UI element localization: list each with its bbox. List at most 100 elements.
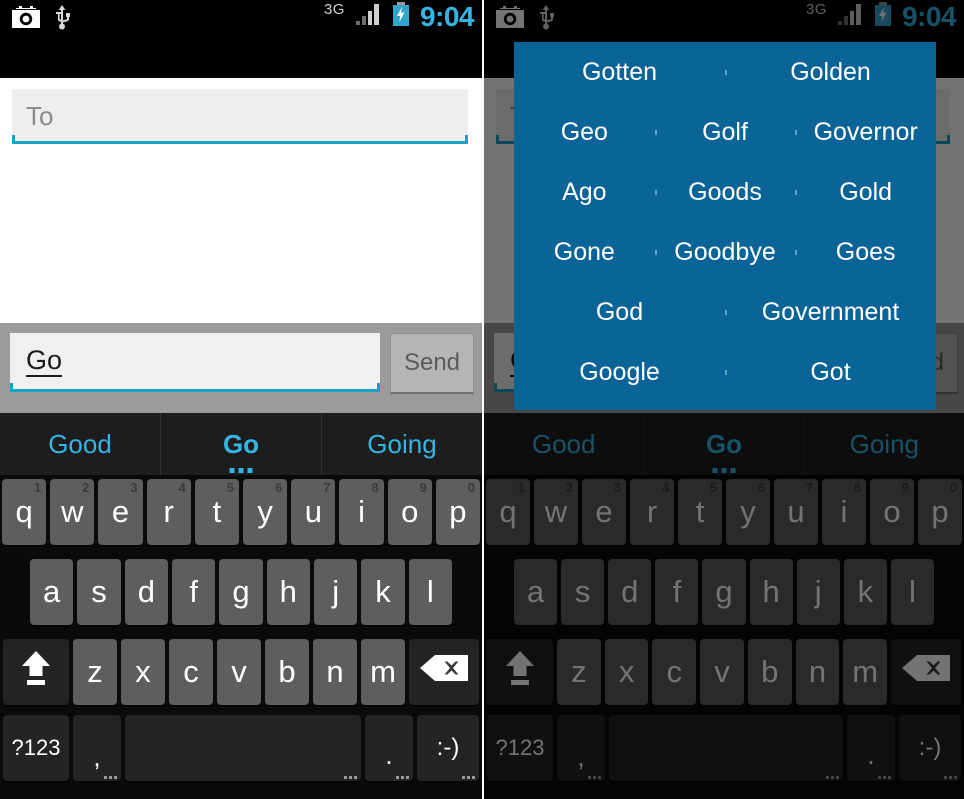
period-key[interactable]: .	[365, 715, 413, 781]
key-d[interactable]: d	[124, 559, 168, 625]
key-label: j	[814, 574, 822, 609]
key-m[interactable]: m	[361, 639, 405, 705]
space-key[interactable]	[609, 715, 843, 781]
suggestion-go[interactable]: Go	[160, 413, 321, 475]
key-r[interactable]: 4r	[630, 479, 674, 545]
suggestion-go[interactable]: Go	[643, 413, 803, 475]
symbols-key[interactable]: ?123	[487, 715, 553, 781]
key-v[interactable]: v	[700, 639, 744, 705]
key-h[interactable]: h	[266, 559, 310, 625]
key-l[interactable]: l	[890, 559, 934, 625]
key-u[interactable]: 7u	[774, 479, 818, 545]
popup-word[interactable]: Google	[514, 358, 725, 387]
key-d[interactable]: d	[608, 559, 652, 625]
key-j[interactable]: j	[313, 559, 358, 625]
key-g[interactable]: g	[219, 559, 263, 625]
popup-word[interactable]: God	[514, 298, 725, 327]
key-m[interactable]: m	[843, 639, 888, 705]
space-key[interactable]	[125, 715, 361, 781]
popup-word[interactable]: Goodbye	[654, 238, 796, 267]
popup-word[interactable]: Governor	[795, 118, 936, 147]
popup-word[interactable]: Goods	[654, 178, 796, 207]
popup-word[interactable]: Golden	[725, 58, 936, 87]
key-r[interactable]: 4r	[146, 479, 191, 545]
to-field-container: To	[0, 78, 482, 160]
key-y[interactable]: 6y	[726, 479, 770, 545]
key-c[interactable]: c	[652, 639, 697, 705]
popup-word[interactable]: Gold	[795, 178, 936, 207]
period-key[interactable]: .	[847, 715, 895, 781]
key-s[interactable]: s	[77, 559, 121, 625]
popup-word[interactable]: Geo	[514, 118, 655, 147]
key-q[interactable]: 1q	[486, 479, 530, 545]
key-z[interactable]: z	[557, 639, 601, 705]
key-t[interactable]: 5t	[194, 479, 240, 545]
emoticon-key[interactable]: :-)	[899, 715, 961, 781]
key-k[interactable]: k	[361, 559, 405, 625]
key-v[interactable]: v	[217, 639, 261, 705]
key-p[interactable]: 0p	[435, 479, 481, 545]
key-w[interactable]: 2w	[50, 479, 95, 545]
comma-key[interactable]: ,	[557, 715, 605, 781]
key-x[interactable]: x	[121, 639, 165, 705]
key-s[interactable]: s	[561, 559, 605, 625]
key-h[interactable]: h	[749, 559, 793, 625]
more-suggestions-icon[interactable]	[712, 468, 736, 473]
key-z[interactable]: z	[73, 639, 117, 705]
shift-key[interactable]	[487, 639, 553, 705]
key-l[interactable]: l	[408, 559, 452, 625]
message-input[interactable]: Go	[10, 333, 380, 392]
key-n[interactable]: n	[313, 639, 357, 705]
key-a[interactable]: a	[30, 559, 74, 625]
key-i[interactable]: 8i	[339, 479, 384, 545]
backspace-key[interactable]	[891, 639, 962, 705]
key-b[interactable]: b	[747, 639, 792, 705]
suggestion-good[interactable]: Good	[484, 413, 643, 475]
key-a[interactable]: a	[514, 559, 558, 625]
popup-word[interactable]: Gotten	[514, 58, 725, 87]
popup-word[interactable]: Got	[725, 358, 936, 387]
signal-bars-icon	[836, 3, 864, 30]
popup-word[interactable]: Goes	[795, 238, 936, 267]
key-f[interactable]: f	[655, 559, 699, 625]
key-o[interactable]: 9o	[870, 479, 914, 545]
key-p[interactable]: 0p	[918, 479, 962, 545]
key-u[interactable]: 7u	[291, 479, 336, 545]
suggestion-good[interactable]: Good	[0, 413, 160, 475]
suggestion-going[interactable]: Going	[803, 413, 964, 475]
key-i[interactable]: 8i	[822, 479, 866, 545]
key-label: :-)	[436, 734, 460, 761]
backspace-key[interactable]	[409, 639, 479, 705]
comma-key[interactable]: ,	[73, 715, 121, 781]
key-f[interactable]: f	[171, 559, 216, 625]
key-w[interactable]: 2w	[534, 479, 578, 545]
key-q[interactable]: 1q	[2, 479, 47, 545]
popup-word[interactable]: Gone	[514, 238, 655, 267]
key-j[interactable]: j	[796, 559, 840, 625]
popup-word[interactable]: Government	[725, 298, 936, 327]
more-suggestions-icon[interactable]	[229, 468, 253, 473]
key-b[interactable]: b	[265, 639, 309, 705]
popup-word[interactable]: Ago	[514, 178, 655, 207]
suggestion-going[interactable]: Going	[321, 413, 482, 475]
send-button[interactable]: Send	[390, 333, 474, 394]
key-e[interactable]: 3e	[582, 479, 626, 545]
key-g[interactable]: g	[702, 559, 746, 625]
to-input[interactable]: To	[12, 89, 468, 144]
key-label: s	[91, 574, 107, 609]
symbols-key[interactable]: ?123	[3, 715, 69, 781]
key-e[interactable]: 3e	[98, 479, 143, 545]
on-screen-keyboard: 1q 2w 3e 4r 5t 6y 7u 8i 9o 0p a s d f g …	[0, 475, 482, 799]
key-t[interactable]: 5t	[678, 479, 722, 545]
shift-key[interactable]	[3, 639, 69, 705]
key-o[interactable]: 9o	[387, 479, 432, 545]
key-k[interactable]: k	[843, 559, 887, 625]
key-x[interactable]: x	[604, 639, 649, 705]
emoticon-key[interactable]: :-)	[417, 715, 479, 781]
popup-word[interactable]: Golf	[654, 118, 796, 147]
key-n[interactable]: n	[795, 639, 840, 705]
key-c[interactable]: c	[169, 639, 213, 705]
key-y[interactable]: 6y	[243, 479, 288, 545]
word-suggestions-popup[interactable]: Gotten Golden Geo Golf Governor Ago Good…	[514, 42, 936, 410]
key-label: t	[212, 494, 222, 529]
